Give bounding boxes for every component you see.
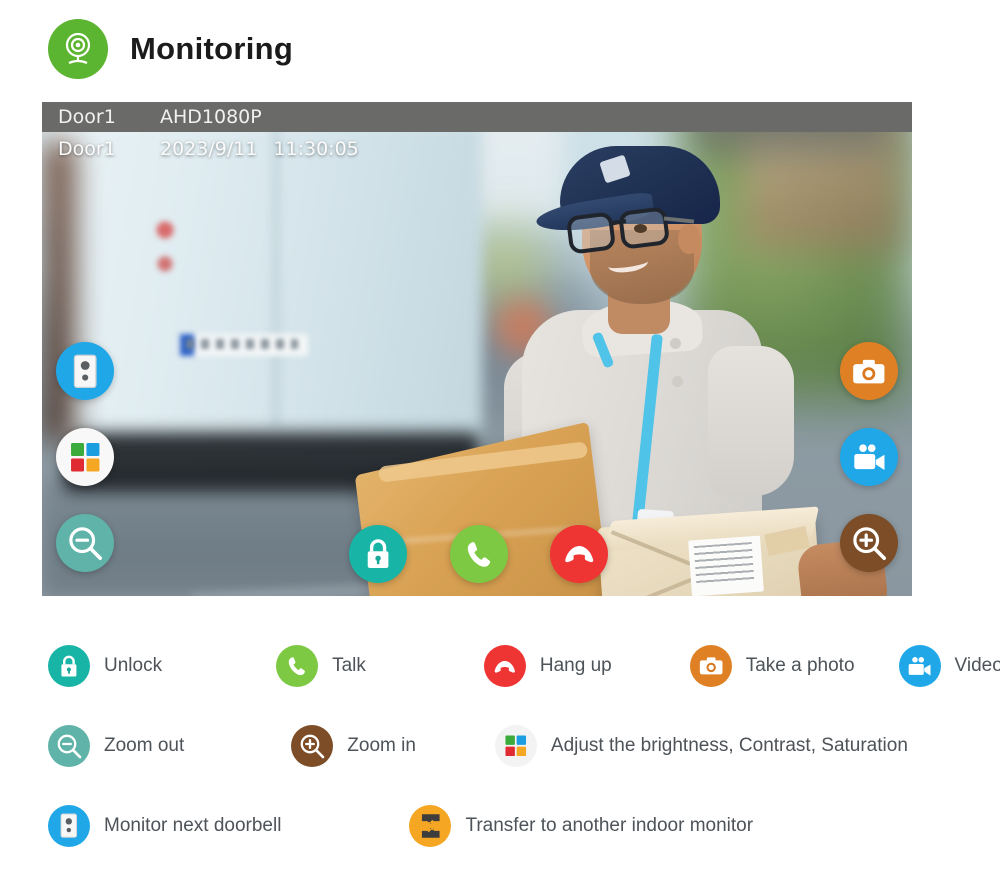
zoom-out-icon [67,525,103,561]
hangup-icon [483,645,526,687]
color-squares-icon [494,725,537,767]
lock-icon [363,537,393,571]
osd-time: 11:30:05 [273,138,359,160]
legend-label: Take a photo [745,655,855,676]
osd-date: 2023/9/11 [160,138,258,160]
doorbell-icon [48,805,90,847]
video-record-button[interactable] [840,428,898,486]
take-photo-button[interactable] [840,342,898,400]
transfer-icon [409,805,452,847]
video-icon [898,645,941,687]
legend-label: Adjust the brightness, Contrast, Saturat… [550,735,908,756]
legend-row: Zoom out Zoom in Adjust the brightness, … [48,706,954,786]
camera-icon [852,358,886,385]
osd-resolution: AHD1080P [160,106,262,128]
monitoring-page: Monitoring Door1 AHD1080P Door1 2023/9/1… [0,0,1000,880]
page-title: Monitoring [130,31,294,66]
legend-zoom-in[interactable]: Zoom in [291,725,416,767]
talk-button[interactable] [450,525,508,583]
phone-icon [276,645,319,687]
legend-label: Zoom in [347,735,416,756]
legend-label: Hang up [539,655,612,676]
legend-talk[interactable]: Talk [276,645,366,687]
legend-label: Talk [332,655,366,676]
legend-row: Unlock Talk Hang up Take a photo Video [48,626,1000,706]
legend-take-photo[interactable]: Take a photo [689,645,855,687]
doorbell-icon [73,354,97,389]
page-header: Monitoring [48,16,448,82]
legend-hang-up[interactable]: Hang up [483,645,612,687]
legend-label: Unlock [104,655,163,676]
legend-unlock[interactable]: Unlock [48,645,162,687]
video-icon [852,443,887,472]
osd-channel-name-2: Door1 [58,138,116,160]
webcam-icon [48,19,108,79]
zoom-in-icon [851,525,887,561]
osd-line-1: Door1 AHD1080P [42,102,262,132]
zoom-out-button[interactable] [56,514,114,572]
osd-line-2: Door1 2023/9/11 11:30:05 [42,134,359,164]
osd-channel-name: Door1 [58,106,116,128]
lock-icon [48,645,90,687]
zoom-in-button[interactable] [840,514,898,572]
legend-label: Zoom out [104,735,185,756]
color-squares-icon [69,441,101,473]
zoom-out-icon [48,725,90,767]
control-legend: Unlock Talk Hang up Take a photo Video Z… [48,626,1000,866]
hangup-icon [563,542,595,565]
phone-icon [464,539,494,569]
hang-up-button[interactable] [550,525,608,583]
legend-label: Video [954,655,1000,676]
zoom-in-icon [291,725,334,767]
video-preview[interactable]: Door1 AHD1080P Door1 2023/9/11 11:30:05 [42,102,912,596]
camera-icon [689,645,732,687]
legend-zoom-out[interactable]: Zoom out [48,725,184,767]
legend-adjust-image[interactable]: Adjust the brightness, Contrast, Saturat… [494,725,908,767]
adjust-image-button[interactable] [56,428,114,486]
legend-transfer-monitor[interactable]: Transfer to another indoor monitor [409,805,753,847]
legend-video[interactable]: Video [898,645,1000,687]
legend-monitor-next-doorbell[interactable]: Monitor next doorbell [48,805,281,847]
camera-scene-image [42,102,912,596]
legend-label: Transfer to another indoor monitor [465,815,754,836]
legend-label: Monitor next doorbell [104,815,282,836]
legend-row: Monitor next doorbell Transfer to anothe… [48,786,954,866]
monitor-next-doorbell-button[interactable] [56,342,114,400]
unlock-button[interactable] [349,525,407,583]
